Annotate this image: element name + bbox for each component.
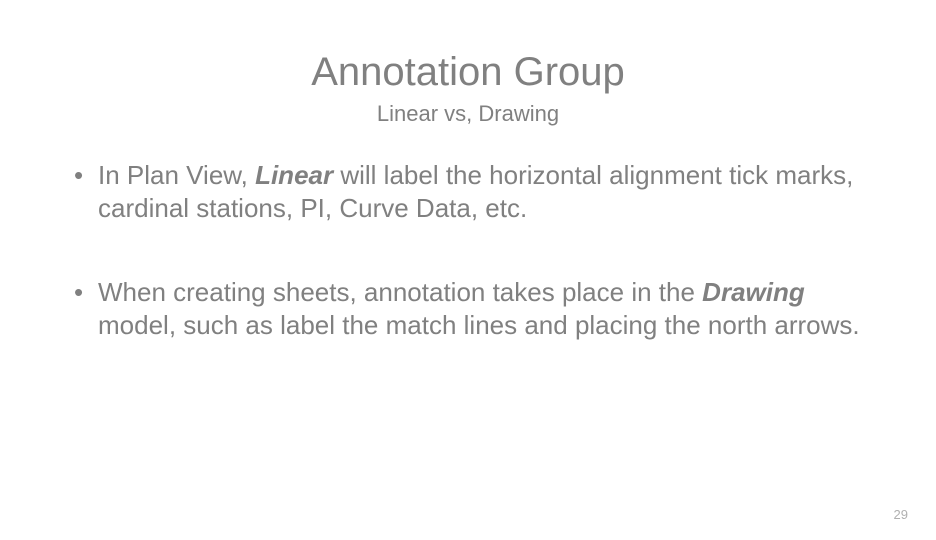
list-item: In Plan View, Linear will label the hori… [70, 159, 866, 224]
slide-title: Annotation Group [70, 50, 866, 95]
page-number: 29 [894, 507, 908, 522]
slide: Annotation Group Linear vs, Drawing In P… [0, 0, 936, 540]
list-item: When creating sheets, annotation takes p… [70, 276, 866, 341]
bullet-text-emph: Linear [255, 160, 333, 190]
bullet-text-pre: When creating sheets, annotation takes p… [98, 277, 702, 307]
bullet-text-pre: In Plan View, [98, 160, 255, 190]
bullet-text-emph: Drawing [702, 277, 805, 307]
bullet-list: In Plan View, Linear will label the hori… [70, 159, 866, 341]
slide-subtitle: Linear vs, Drawing [70, 101, 866, 127]
bullet-text-post: model, such as label the match lines and… [98, 310, 860, 340]
